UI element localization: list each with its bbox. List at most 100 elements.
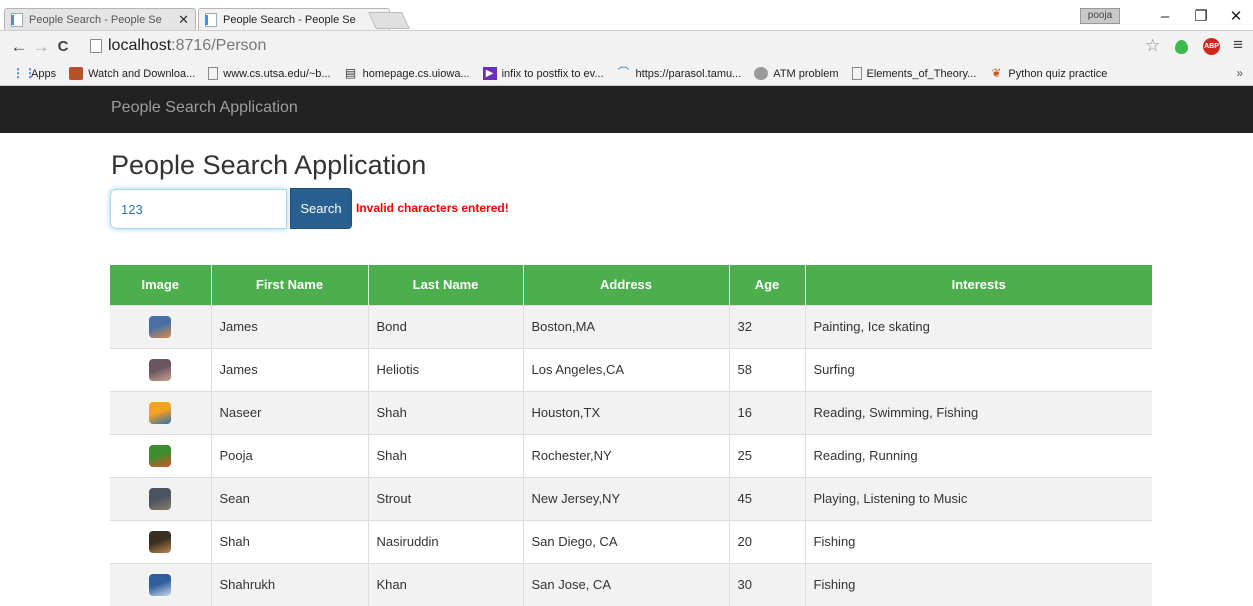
bookmark-label: infix to postfix to ev... <box>501 67 604 80</box>
cell-age: 32 <box>728 304 805 348</box>
cell-last-name: Nasiruddin <box>367 519 523 563</box>
cell-image <box>110 519 211 563</box>
cell-image <box>110 476 211 520</box>
close-window-icon[interactable]: ✕ <box>1226 8 1246 26</box>
table-row: James Heliotis Los Angeles,CA 58 Surfing <box>110 347 1152 391</box>
cell-address: Rochester,NY <box>522 433 729 477</box>
bookmark-label: https://parasol.tamu... <box>635 67 742 80</box>
person-photo <box>149 401 172 424</box>
bookmark-item[interactable]: ▶ infix to postfix to ev... <box>482 67 604 80</box>
cell-interests: Playing, Listening to Music <box>804 476 1152 520</box>
image-icon <box>69 67 84 80</box>
arrow-icon: ▶ <box>482 67 497 80</box>
cell-first-name: Shahrukh <box>210 562 368 606</box>
book-icon: ▤ <box>344 66 357 80</box>
people-table-body: James Bond Boston,MA 32 Painting, Ice skatin… <box>110 304 1152 606</box>
back-arrow-icon[interactable]: ← <box>8 37 30 57</box>
cell-first-name: James <box>210 304 368 348</box>
cell-first-name: James <box>210 347 368 391</box>
bookmarks-bar: ⋮⋮ Apps Watch and Downloa... www.cs.utsa… <box>0 62 1253 86</box>
table-header-row: Image First Name Last Name Address Age I… <box>110 265 1152 305</box>
cell-address: San Jose, CA <box>522 562 729 606</box>
bookmark-label: Apps <box>31 67 57 80</box>
person-photo <box>149 315 172 338</box>
cell-last-name: Khan <box>367 562 523 606</box>
search-button[interactable]: Search <box>290 188 352 229</box>
column-header-last-name: Last Name <box>367 265 523 305</box>
cell-image <box>110 390 211 434</box>
page-favicon-icon <box>205 12 217 27</box>
site-navbar: People Search Application <box>0 86 1253 133</box>
error-message: Invalid characters entered! <box>356 201 509 215</box>
people-table: Image First Name Last Name Address Age I… <box>110 265 1152 606</box>
cell-first-name: Shah <box>210 519 368 563</box>
bookmark-item[interactable]: ATM problem <box>754 67 839 80</box>
browser-tab-1[interactable]: People Search - People Se ✕ <box>4 8 196 30</box>
cell-last-name: Shah <box>367 390 523 434</box>
bookmark-item[interactable]: ⌒ https://parasol.tamu... <box>617 67 742 80</box>
browser-tab-strip: People Search - People Se ✕ People Searc… <box>0 0 1253 30</box>
cell-address: Houston,TX <box>522 390 729 434</box>
page-info-icon[interactable] <box>90 39 102 53</box>
column-header-image: Image <box>110 265 211 305</box>
cell-last-name: Bond <box>367 304 523 348</box>
browser-tab-2[interactable]: People Search - People Se ✕ <box>198 8 390 30</box>
navbar-brand[interactable]: People Search Application <box>111 99 298 117</box>
cell-last-name: Heliotis <box>367 347 523 391</box>
person-photo <box>149 358 172 381</box>
address-bar[interactable]: localhost:8716/Person <box>90 35 1160 57</box>
bookmark-item[interactable]: ❦ Python quiz practice <box>989 67 1107 80</box>
bookmark-label: Elements_of_Theory... <box>866 67 977 80</box>
cell-image <box>110 433 211 477</box>
green-extension-icon[interactable] <box>1175 40 1188 54</box>
globe-icon <box>754 67 769 80</box>
tab-title: People Search - People Se <box>29 13 162 26</box>
column-header-first-name: First Name <box>210 265 368 305</box>
search-input[interactable] <box>110 189 287 229</box>
apps-grid-icon: ⋮⋮ <box>12 66 36 80</box>
person-photo <box>149 487 172 510</box>
bookmark-label: ATM problem <box>773 67 839 80</box>
restore-icon[interactable]: ❐ <box>1191 8 1211 26</box>
menu-icon[interactable]: ≡ <box>1233 35 1243 55</box>
table-row: Pooja Shah Rochester,NY 25 Reading, Running <box>110 433 1152 477</box>
new-tab-button[interactable] <box>368 12 410 29</box>
bookmark-item[interactable]: Elements_of_Theory... <box>851 67 977 80</box>
profile-button[interactable]: pooja <box>1080 8 1120 24</box>
cell-address: San Diego, CA <box>522 519 729 563</box>
url-host: localhost <box>108 37 172 54</box>
person-photo <box>149 444 172 467</box>
cell-image <box>110 304 211 348</box>
bookmark-star-icon[interactable]: ☆ <box>1145 36 1160 56</box>
arc-icon: ⌒ <box>617 66 630 80</box>
tab-close-icon[interactable]: ✕ <box>178 12 189 28</box>
bookmark-item[interactable]: ▤ homepage.cs.uiowa... <box>344 67 470 80</box>
person-photo <box>149 530 172 553</box>
page-icon <box>851 67 862 80</box>
cell-last-name: Shah <box>367 433 523 477</box>
table-row: Shah Nasiruddin San Diego, CA 20 Fishing <box>110 519 1152 563</box>
bookmark-label: homepage.cs.uiowa... <box>362 67 470 80</box>
adblock-icon[interactable]: ABP <box>1203 38 1220 55</box>
cell-address: Boston,MA <box>522 304 729 348</box>
cell-age: 45 <box>728 476 805 520</box>
cell-image <box>110 562 211 606</box>
cell-age: 20 <box>728 519 805 563</box>
bookmark-apps[interactable]: ⋮⋮ Apps <box>12 67 56 80</box>
cell-first-name: Pooja <box>210 433 368 477</box>
reload-icon[interactable]: C <box>52 38 74 55</box>
bookmark-item[interactable]: www.cs.utsa.edu/~b... <box>208 67 331 80</box>
table-row: Naseer Shah Houston,TX 16 Reading, Swimming,… <box>110 390 1152 434</box>
forward-arrow-icon[interactable]: → <box>30 37 52 57</box>
bookmark-label: Watch and Downloa... <box>88 67 196 80</box>
column-header-interests: Interests <box>804 265 1152 305</box>
cell-age: 30 <box>728 562 805 606</box>
leaf-icon: ❦ <box>991 66 1002 80</box>
cell-age: 16 <box>728 390 805 434</box>
table-row: James Bond Boston,MA 32 Painting, Ice skatin… <box>110 304 1152 348</box>
bookmarks-overflow-icon[interactable]: » <box>1236 66 1243 80</box>
cell-interests: Painting, Ice skating <box>804 304 1152 348</box>
cell-last-name: Strout <box>367 476 523 520</box>
minimize-icon[interactable]: – <box>1155 8 1175 26</box>
bookmark-item[interactable]: Watch and Downloa... <box>69 67 195 80</box>
